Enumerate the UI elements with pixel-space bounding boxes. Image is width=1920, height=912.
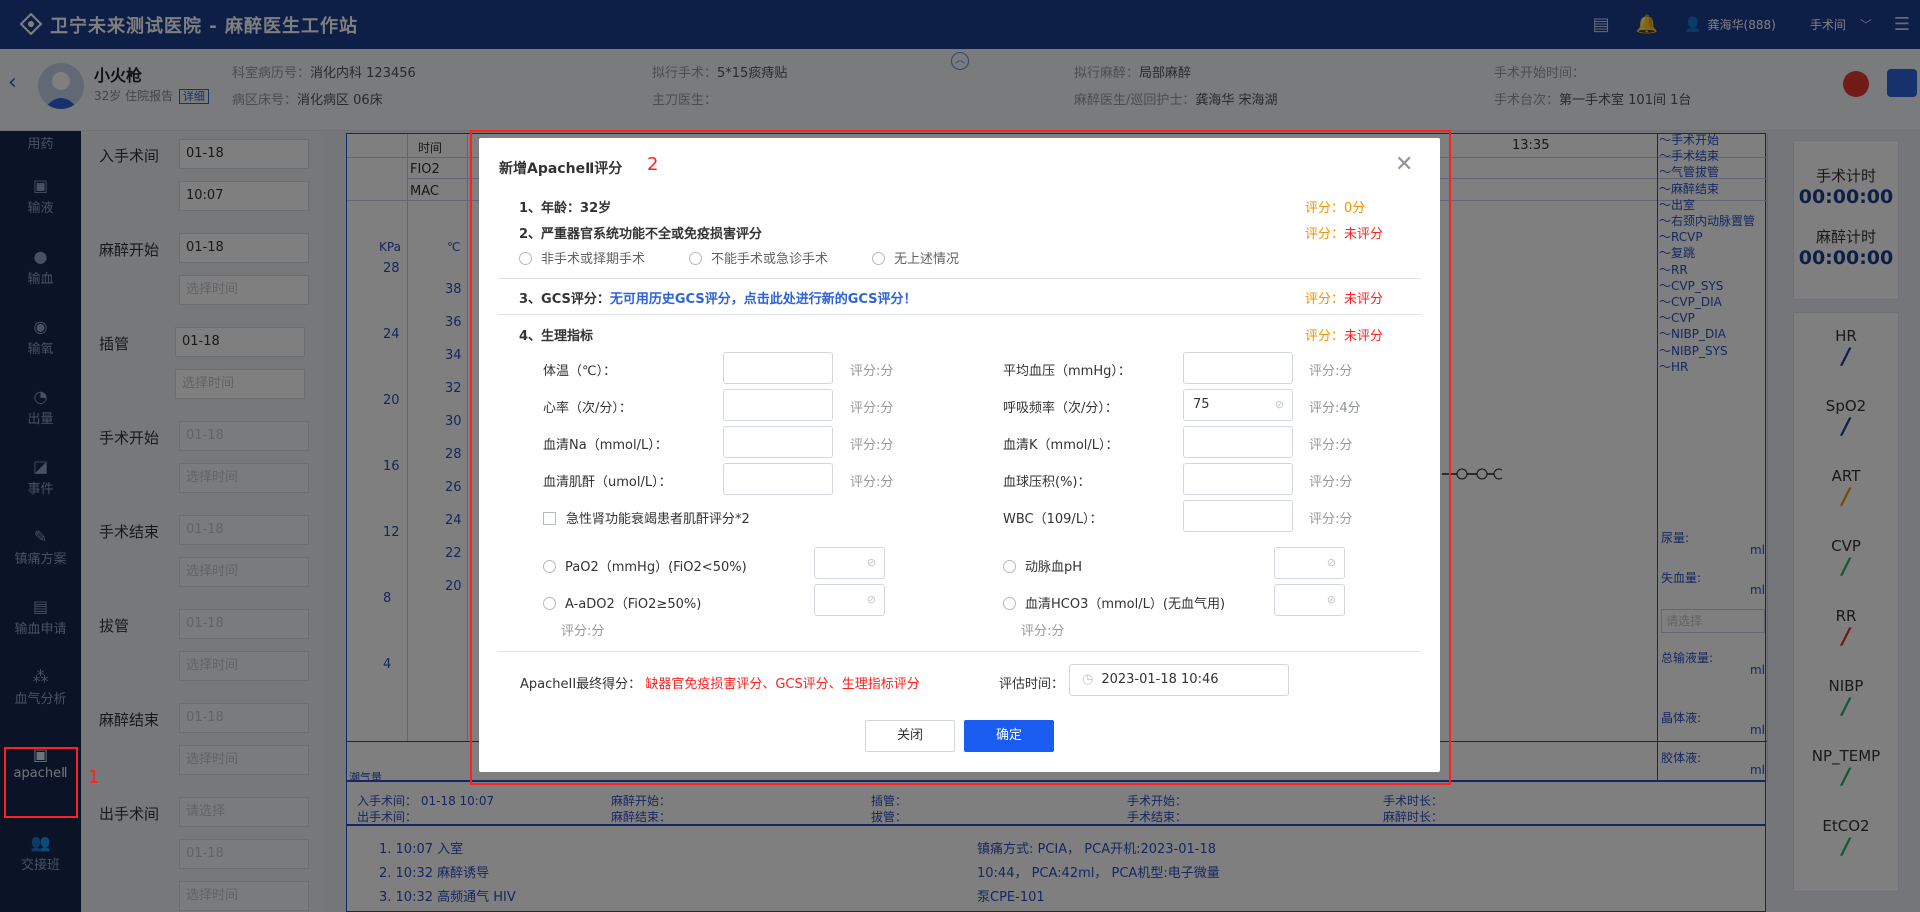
organ-score: 评分：未评分 bbox=[1305, 227, 1384, 242]
radio-icon bbox=[543, 597, 556, 610]
na-label: 血清Na（mmol/L）： bbox=[543, 438, 668, 453]
check-circle-icon: ⊘ bbox=[866, 593, 876, 606]
checkbox-icon bbox=[543, 512, 556, 525]
na-input[interactable] bbox=[723, 426, 833, 458]
age-label: 1、年龄：32岁 bbox=[519, 201, 612, 216]
radio-icon bbox=[1003, 560, 1016, 573]
check-circle-icon: ⊘ bbox=[1326, 593, 1336, 606]
acid-score: 评分:分 bbox=[1021, 624, 1065, 639]
k-input[interactable] bbox=[1183, 426, 1293, 458]
wbc-label: WBC（109/L）： bbox=[1003, 512, 1103, 527]
gcs-link[interactable]: 无可用历史GCS评分，点击此处进行新的GCS评分！ bbox=[610, 292, 917, 307]
divider bbox=[498, 651, 1421, 652]
clock-icon: ◷ bbox=[1082, 672, 1094, 687]
hct-label: 血球压积(%)： bbox=[1003, 475, 1091, 490]
creat-input[interactable] bbox=[723, 463, 833, 495]
final-score: ApacheII最终得分： 缺器官免疫损害评分、GCS评分、生理指标评分 bbox=[520, 677, 920, 692]
wbc-input[interactable] bbox=[1183, 500, 1293, 532]
map-score: 评分:分 bbox=[1309, 364, 1353, 379]
wbc-score: 评分:分 bbox=[1309, 512, 1353, 527]
ph-select[interactable]: ⊘ bbox=[1274, 547, 1345, 579]
pao2-select[interactable]: ⊘ bbox=[814, 547, 885, 579]
divider bbox=[498, 278, 1421, 279]
radio-icon bbox=[519, 252, 532, 265]
organ-option-none[interactable]: 无上述情况 bbox=[872, 248, 959, 267]
hco3-select[interactable]: ⊘ bbox=[1274, 584, 1345, 616]
annotation-label-2: 2 bbox=[647, 154, 659, 175]
eval-time-input[interactable]: ◷ 2023-01-18 10:46 bbox=[1069, 664, 1289, 696]
k-label: 血清K（mmol/L）： bbox=[1003, 438, 1119, 453]
organ-option-elective[interactable]: 非手术或择期手术 bbox=[519, 248, 645, 267]
temp-score: 评分:分 bbox=[850, 364, 894, 379]
creat-score: 评分:分 bbox=[850, 475, 894, 490]
close-button[interactable]: 关闭 bbox=[865, 720, 955, 752]
radio-icon bbox=[689, 252, 702, 265]
organ-option-emergency[interactable]: 不能手术或急诊手术 bbox=[689, 248, 828, 267]
rr-input[interactable]: 75 ⊘ bbox=[1183, 389, 1293, 421]
map-input[interactable] bbox=[1183, 352, 1293, 384]
gcs-score: 评分：未评分 bbox=[1305, 292, 1384, 307]
temp-label: 体温（℃）： bbox=[543, 364, 617, 379]
annotation-label-1: 1 bbox=[88, 767, 100, 788]
rr-label: 呼吸频率（次/分）： bbox=[1003, 401, 1118, 416]
close-icon[interactable]: ✕ bbox=[1395, 152, 1413, 177]
hct-score: 评分:分 bbox=[1309, 475, 1353, 490]
confirm-button[interactable]: 确定 bbox=[964, 720, 1054, 752]
hr-label: 心率（次/分）： bbox=[543, 401, 632, 416]
radio-icon bbox=[872, 252, 885, 265]
divider bbox=[498, 314, 1421, 315]
annotation-box-1 bbox=[4, 747, 78, 818]
age-score: 评分：0分 bbox=[1305, 201, 1366, 216]
ph-radio[interactable]: 动脉血pH bbox=[1003, 556, 1082, 575]
phys-label: 4、生理指标 bbox=[519, 329, 594, 344]
check-circle-icon: ⊘ bbox=[1274, 398, 1284, 411]
dialog-title: 新增ApacheⅡ评分 bbox=[499, 161, 623, 177]
gcs-label: 3、GCS评分：无可用历史GCS评分，点击此处进行新的GCS评分！ bbox=[519, 292, 917, 307]
eval-time-label: 评估时间： bbox=[999, 677, 1065, 692]
hco3-radio[interactable]: 血清HCO3（mmol/L）(无血气用) bbox=[1003, 593, 1225, 612]
creat-label: 血清肌酐（umol/L）： bbox=[543, 475, 672, 490]
oxygen-score: 评分:分 bbox=[561, 624, 605, 639]
hr-input[interactable] bbox=[723, 389, 833, 421]
organ-label: 2、严重器官系统功能不全或免疫损害评分 bbox=[519, 227, 763, 242]
radio-icon bbox=[1003, 597, 1016, 610]
hr-score: 评分:分 bbox=[850, 401, 894, 416]
phys-score: 评分：未评分 bbox=[1305, 329, 1384, 344]
map-label: 平均血压（mmHg）： bbox=[1003, 364, 1131, 379]
hct-input[interactable] bbox=[1183, 463, 1293, 495]
pao2-radio[interactable]: PaO2（mmHg）(FiO2<50%) bbox=[543, 556, 747, 575]
check-circle-icon: ⊘ bbox=[866, 556, 876, 569]
radio-icon bbox=[543, 560, 556, 573]
aado2-radio[interactable]: A-aDO2（FiO2≥50%) bbox=[543, 593, 701, 612]
check-circle-icon: ⊘ bbox=[1326, 556, 1336, 569]
aado2-select[interactable]: ⊘ bbox=[814, 584, 885, 616]
temp-input[interactable] bbox=[723, 352, 833, 384]
apache-dialog: 新增ApacheⅡ评分 2 ✕ 1、年龄：32岁 评分：0分 2、严重器官系统功… bbox=[479, 138, 1440, 772]
rr-score: 评分:4分 bbox=[1309, 401, 1361, 416]
k-score: 评分:分 bbox=[1309, 438, 1353, 453]
renal-checkbox[interactable]: 急性肾功能衰竭患者肌酐评分*2 bbox=[543, 508, 750, 527]
na-score: 评分:分 bbox=[850, 438, 894, 453]
